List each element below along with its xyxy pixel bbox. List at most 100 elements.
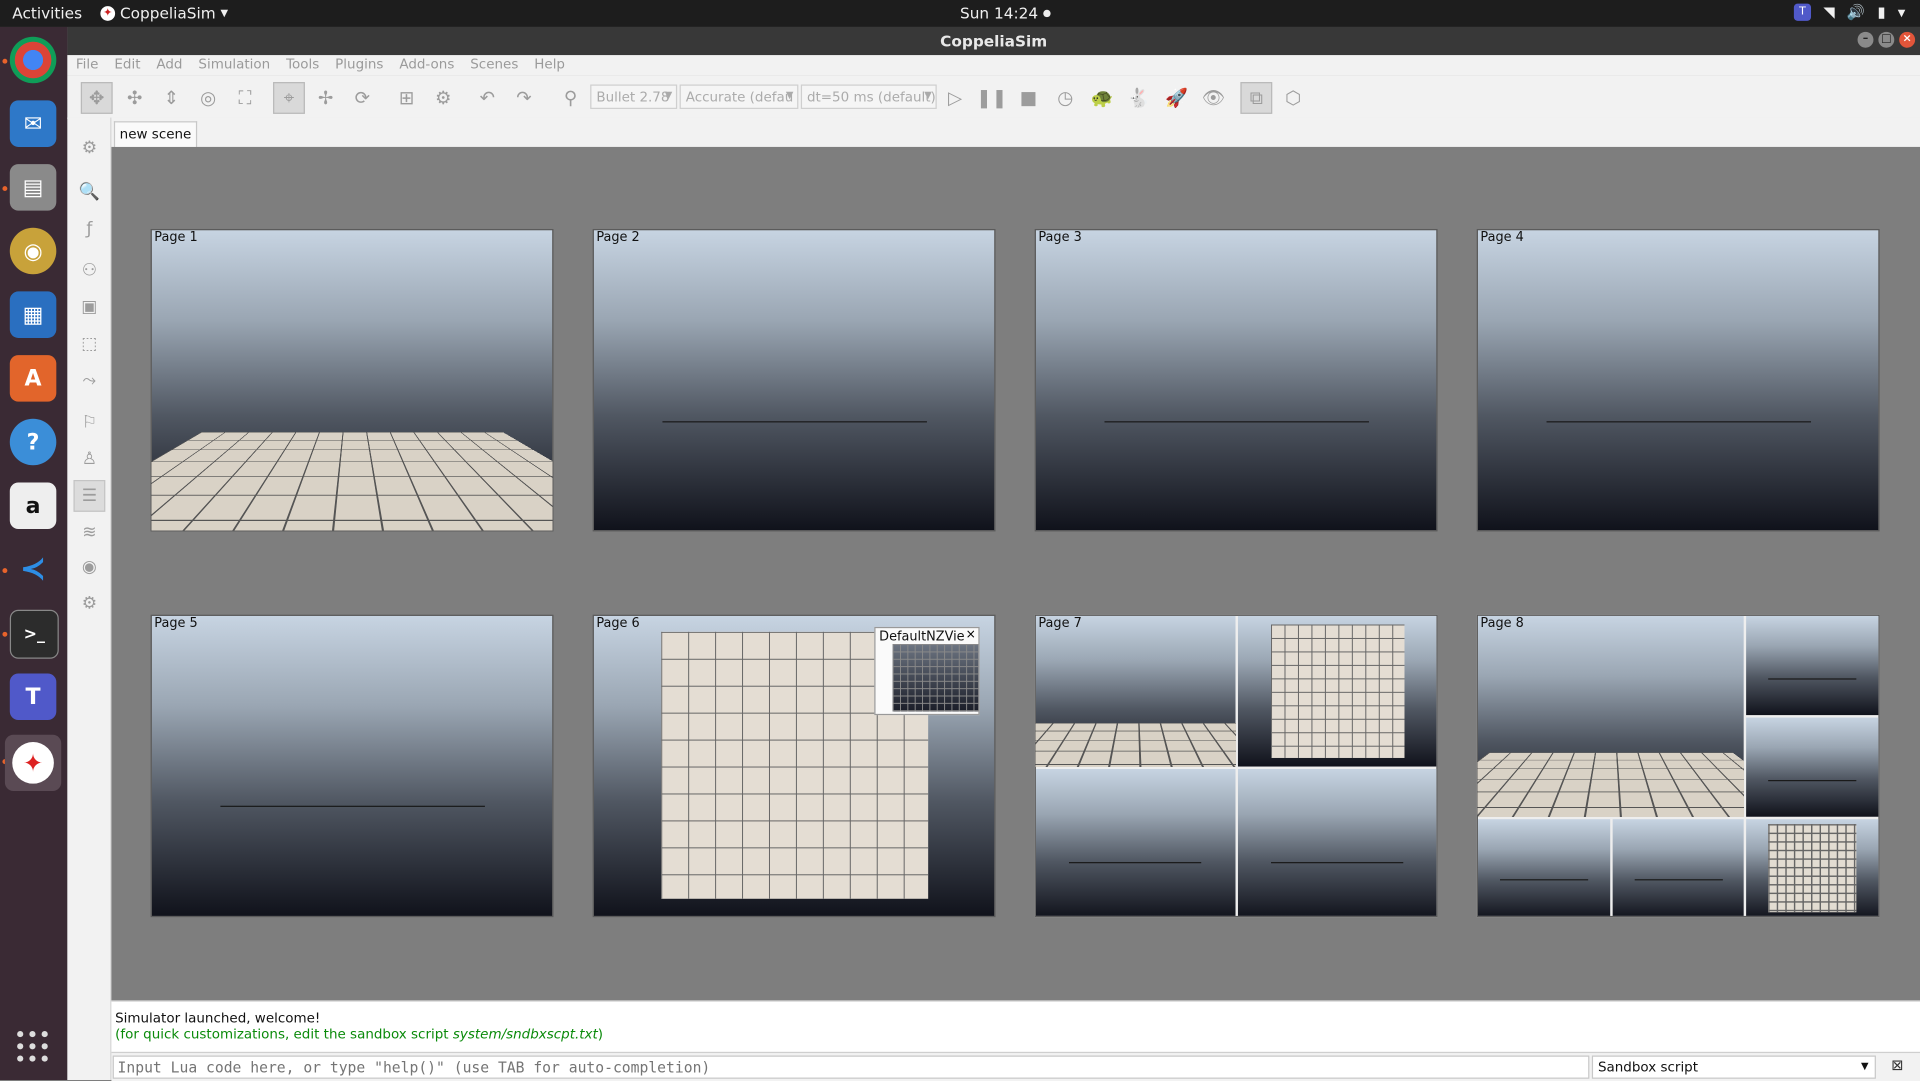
page-selector-icon[interactable]: ⧉ bbox=[1240, 82, 1273, 114]
horizon-line bbox=[662, 421, 927, 423]
timestep-select[interactable]: dt=50 ms (default) ▼ bbox=[800, 84, 937, 109]
zoom-icon[interactable]: 🔍 bbox=[73, 176, 105, 208]
page-thumbnail-4[interactable]: Page 4 bbox=[1476, 228, 1880, 532]
page-thumbnail-8[interactable]: Page 8 bbox=[1476, 614, 1880, 918]
ik-icon[interactable]: ♙ bbox=[73, 443, 105, 475]
console-line-hint: (for quick customizations, edit the sand… bbox=[115, 1026, 604, 1043]
slower-icon[interactable]: 🐢 bbox=[1086, 82, 1118, 114]
path-edit-icon[interactable]: ⤳ bbox=[73, 365, 105, 397]
menu-help[interactable]: Help bbox=[526, 55, 573, 76]
clock[interactable]: Sun 14:24 bbox=[960, 4, 1051, 22]
app-menu-label: CoppeliaSim bbox=[120, 3, 216, 23]
layers-icon[interactable]: ≋ bbox=[73, 517, 105, 549]
help-icon[interactable]: ? bbox=[9, 418, 57, 466]
page-thumbnail-1[interactable]: Page 1 bbox=[150, 228, 554, 532]
scene-hierarchy-icon[interactable]: ☰ bbox=[73, 480, 106, 512]
floating-view[interactable]: DefaultNZVie × bbox=[874, 626, 980, 716]
model-browser-icon[interactable]: ◉ bbox=[73, 551, 105, 583]
object-shift-icon[interactable]: ✢ bbox=[310, 82, 342, 114]
menu-tools[interactable]: Tools bbox=[278, 55, 327, 76]
physics-engine-icon: ⚲ bbox=[563, 86, 578, 109]
selection-icon[interactable]: ⚐ bbox=[73, 407, 105, 439]
collections-icon[interactable]: ⚇ bbox=[73, 255, 105, 287]
page-thumbnail-7[interactable]: Page 7 bbox=[1034, 614, 1438, 918]
running-indicator bbox=[2, 58, 8, 64]
system-tray[interactable]: T ◥ 🔊 ▮ ▼ bbox=[1793, 3, 1906, 21]
click-select-icon[interactable]: ⌖ bbox=[273, 82, 305, 114]
menu-plugins[interactable]: Plugins bbox=[327, 55, 391, 76]
scene-selector-icon[interactable]: ⬡ bbox=[1277, 82, 1309, 114]
fit-to-view-icon[interactable]: ⛶ bbox=[229, 82, 261, 114]
script-selector[interactable]: Sandbox script ▼ bbox=[1591, 1055, 1876, 1079]
pause-simulation-icon[interactable]: ❚❚ bbox=[976, 82, 1008, 114]
toggle-visualization-icon[interactable]: 👁 bbox=[1198, 82, 1230, 114]
menu-add-ons[interactable]: Add-ons bbox=[391, 55, 462, 76]
battery-icon[interactable]: ▮ bbox=[1877, 4, 1885, 21]
clear-console-icon[interactable]: ⊠ bbox=[1887, 1057, 1908, 1078]
script-icon[interactable]: ƒ bbox=[73, 213, 105, 245]
maximize-icon[interactable]: □ bbox=[1878, 31, 1895, 48]
volume-icon[interactable]: 🔊 bbox=[1847, 4, 1865, 21]
assemble-icon[interactable]: ⊞ bbox=[391, 82, 423, 114]
view-perspective bbox=[1035, 615, 1236, 767]
page-thumbnail-5[interactable]: Page 5 bbox=[150, 614, 554, 918]
accuracy-select[interactable]: Accurate (defau ▼ bbox=[679, 84, 799, 109]
user-settings-icon[interactable]: ⚙ bbox=[73, 588, 105, 620]
object-properties-icon[interactable]: ⬚ bbox=[73, 328, 105, 360]
writer-icon[interactable]: ▦ bbox=[9, 291, 57, 338]
start-simulation-icon[interactable]: ▷ bbox=[939, 82, 971, 114]
lua-command-input[interactable] bbox=[112, 1055, 1590, 1079]
terminal-icon[interactable]: >_ bbox=[9, 609, 59, 659]
shape-edit-icon[interactable]: ▣ bbox=[73, 291, 105, 323]
chrome-icon[interactable] bbox=[9, 36, 57, 84]
software-center-icon[interactable]: A bbox=[9, 355, 57, 402]
stop-simulation-icon[interactable]: ■ bbox=[1013, 82, 1045, 114]
scene-tab[interactable]: new scene bbox=[113, 121, 198, 149]
close-window-icon[interactable]: × bbox=[1899, 31, 1916, 48]
teams-tray-icon[interactable]: T bbox=[1793, 3, 1812, 21]
view-top bbox=[1237, 615, 1437, 767]
thunderbird-icon[interactable]: ✉ bbox=[9, 100, 57, 147]
threaded-rendering-icon[interactable]: 🚀 bbox=[1161, 82, 1193, 114]
faster-icon[interactable]: 🐇 bbox=[1123, 82, 1155, 114]
camera-shift-icon[interactable]: ⇕ bbox=[156, 82, 188, 114]
app-menu[interactable]: ✦ CoppeliaSim ▼ bbox=[100, 4, 228, 22]
undo-icon[interactable]: ↶ bbox=[471, 82, 503, 114]
rhythmbox-icon[interactable]: ◉ bbox=[9, 227, 57, 275]
physics-engine-select[interactable]: Bullet 2.78 ▼ bbox=[590, 84, 678, 109]
camera-pan-icon[interactable]: ✥ bbox=[80, 82, 113, 114]
close-icon[interactable]: × bbox=[966, 628, 976, 641]
page-thumbnail-2[interactable]: Page 2 bbox=[592, 228, 996, 532]
camera-rotate-icon[interactable]: ✣ bbox=[119, 82, 151, 114]
view-small-4 bbox=[1612, 819, 1744, 916]
simulation-settings-icon[interactable]: ⚙ bbox=[73, 132, 105, 164]
files-icon[interactable]: ▤ bbox=[9, 164, 57, 211]
window-title-bar[interactable]: CoppeliaSim – □ × bbox=[67, 26, 1920, 56]
transfer-dna-icon[interactable]: ⚙ bbox=[427, 82, 459, 114]
menu-scenes[interactable]: Scenes bbox=[462, 55, 526, 76]
minimize-icon[interactable]: – bbox=[1857, 31, 1874, 48]
page-thumbnail-6[interactable]: Page 6 DefaultNZVie × bbox=[592, 614, 996, 918]
menu-simulation[interactable]: Simulation bbox=[190, 55, 278, 76]
notification-dot-icon bbox=[1042, 9, 1051, 17]
page-label: Page 1 bbox=[154, 230, 198, 245]
teams-icon[interactable]: T bbox=[9, 673, 57, 721]
coppeliasim-icon[interactable]: ✦ bbox=[4, 734, 62, 792]
running-indicator bbox=[2, 568, 8, 574]
page-selector-viewport[interactable]: Page 1 Page 2 Page 3 Page 4 Page 5 Page … bbox=[111, 146, 1920, 1001]
amazon-icon[interactable]: a bbox=[9, 482, 57, 529]
show-applications-icon[interactable] bbox=[17, 1031, 49, 1063]
menu-edit[interactable]: Edit bbox=[106, 55, 148, 76]
menu-add[interactable]: Add bbox=[148, 55, 190, 76]
camera-angle-icon[interactable]: ◎ bbox=[192, 82, 224, 114]
vscode-icon[interactable]: ≺ bbox=[10, 546, 57, 593]
activities-button[interactable]: Activities bbox=[12, 4, 82, 22]
wifi-icon[interactable]: ◥ bbox=[1823, 4, 1834, 21]
page-thumbnail-3[interactable]: Page 3 bbox=[1034, 228, 1438, 532]
real-time-icon[interactable]: ◷ bbox=[1049, 82, 1081, 114]
object-rotate-icon[interactable]: ⟳ bbox=[347, 82, 379, 114]
caret-down-icon[interactable]: ▼ bbox=[1898, 7, 1906, 18]
redo-icon[interactable]: ↷ bbox=[508, 82, 540, 114]
page-label: Page 7 bbox=[1038, 615, 1082, 631]
menu-file[interactable]: File bbox=[67, 55, 105, 76]
